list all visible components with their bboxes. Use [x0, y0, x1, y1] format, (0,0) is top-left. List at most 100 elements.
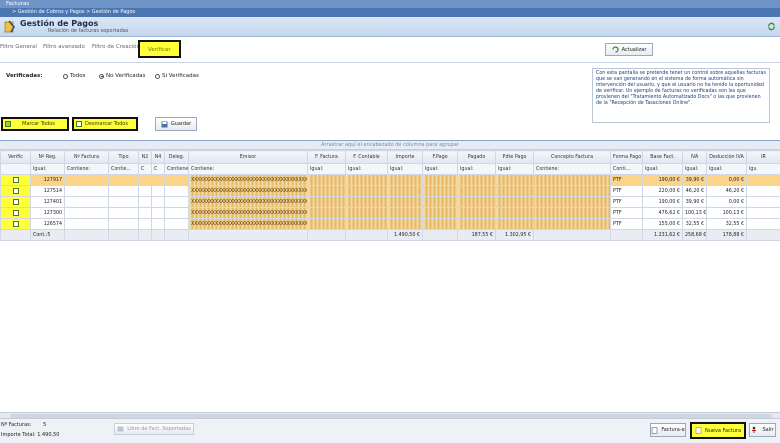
actualizar-button[interactable]: Actualizar: [605, 43, 653, 56]
verify-checkbox[interactable]: [13, 177, 19, 183]
cell-ir: [747, 208, 780, 219]
table-row[interactable]: 127300XXXXXXXXXXXXXXXXXXXXXXXXXXXXXXXXXX…: [1, 208, 780, 219]
table-row[interactable]: 127917XXXXXXXXXXXXXXXXXXXXXXXXXXXXXXXXXX…: [1, 175, 780, 186]
column-header[interactable]: Tipo: [109, 151, 139, 164]
cell-redacted: [308, 175, 346, 186]
invoice-grid: Arrastrar aquí el encabezado de columna …: [0, 140, 780, 412]
filter-cell[interactable]: Igual:: [31, 164, 65, 175]
refresh-icon[interactable]: [767, 22, 776, 31]
cell-forma-pago: PTF: [611, 175, 643, 186]
filter-cell[interactable]: Contiene:: [189, 164, 308, 175]
column-header[interactable]: N4: [152, 151, 165, 164]
table-row[interactable]: 127514XXXXXXXXXXXXXXXXXXXXXXXXXXXXXXXXXX…: [1, 186, 780, 197]
column-header[interactable]: Importe: [388, 151, 423, 164]
verific-cell[interactable]: [1, 175, 31, 186]
page-title: Gestión de Pagos: [20, 19, 98, 28]
column-header[interactable]: IVA: [683, 151, 707, 164]
filter-cell[interactable]: Igual:: [423, 164, 458, 175]
filter-cell[interactable]: Igual:: [458, 164, 496, 175]
verify-checkbox[interactable]: [13, 199, 19, 205]
column-header[interactable]: F.Pago: [423, 151, 458, 164]
total-empty: [139, 230, 152, 241]
nueva-factura-button[interactable]: Nueva Factura: [690, 422, 746, 439]
cell-redacted: [346, 197, 388, 208]
cell-redacted: [496, 208, 534, 219]
filter-cell[interactable]: Igual:: [346, 164, 388, 175]
column-header[interactable]: Base Fact.: [643, 151, 683, 164]
filter-cell[interactable]: Contie...: [109, 164, 139, 175]
verific-cell[interactable]: [1, 208, 31, 219]
cell-nreg: 127300: [31, 208, 65, 219]
facturas-count: Nº Facturas: 5: [1, 422, 46, 428]
tab-filtro-creacion[interactable]: Filtro de Creación: [92, 44, 140, 50]
verific-cell[interactable]: [1, 219, 31, 230]
cell-redacted: [458, 175, 496, 186]
tab-verificar[interactable]: Verificar: [138, 40, 181, 58]
filter-cell[interactable]: Igu: [747, 164, 780, 175]
filter-cell[interactable]: Igual:: [707, 164, 747, 175]
libro-button[interactable]: Libro de Fact. Soportadas: [114, 423, 194, 435]
filter-cell[interactable]: Igual:: [496, 164, 534, 175]
column-header[interactable]: F. Factura: [308, 151, 346, 164]
column-header[interactable]: Nº Factura: [65, 151, 109, 164]
verific-cell[interactable]: [1, 197, 31, 208]
cell-redacted: [388, 197, 423, 208]
refresh-icon: [612, 46, 619, 53]
column-header[interactable]: N2: [139, 151, 152, 164]
total-empty: [534, 230, 611, 241]
filter-cell[interactable]: Contiene:: [165, 164, 189, 175]
column-header[interactable]: Emisor: [189, 151, 308, 164]
desmarcar-todos-button[interactable]: Desmarcar Todos: [72, 117, 138, 131]
total-empty: [308, 230, 346, 241]
filter-cell[interactable]: Conti...: [611, 164, 643, 175]
column-header[interactable]: Nº Reg.: [31, 151, 65, 164]
new-icon: [695, 427, 702, 434]
verify-checkbox[interactable]: [13, 221, 19, 227]
cell-redacted: [423, 219, 458, 230]
filter-cell[interactable]: Igual:: [683, 164, 707, 175]
column-header[interactable]: Pagado: [458, 151, 496, 164]
verific-cell[interactable]: [1, 186, 31, 197]
filter-cell[interactable]: C: [139, 164, 152, 175]
guardar-button[interactable]: Guardar: [155, 117, 197, 131]
tab-filtro-avanzado[interactable]: Filtro avanzado: [43, 44, 85, 50]
column-header[interactable]: Verific: [1, 151, 31, 164]
filter-cell[interactable]: Contiene:: [65, 164, 109, 175]
cell-base: 476,62 €: [643, 208, 683, 219]
verify-checkbox[interactable]: [13, 210, 19, 216]
importe-total: Importe Total: 1.490,50: [1, 432, 59, 438]
cell-redacted: [423, 186, 458, 197]
filter-cell[interactable]: Contiene:: [534, 164, 611, 175]
column-header[interactable]: F. Contable: [346, 151, 388, 164]
radio-si-verificadas[interactable]: Si Verificadas: [155, 73, 199, 79]
filter-cell[interactable]: C: [152, 164, 165, 175]
column-header[interactable]: Pdte Pago: [496, 151, 534, 164]
factura-e-button[interactable]: Factura-e: [650, 423, 686, 437]
column-header[interactable]: Deleg.: [165, 151, 189, 164]
cell-redacted: [458, 197, 496, 208]
status-bar: Nº Facturas: 5 Importe Total: 1.490,50 L…: [0, 418, 780, 443]
column-header[interactable]: Forma Pago: [611, 151, 643, 164]
column-header[interactable]: IR: [747, 151, 780, 164]
cell-empty: [165, 208, 189, 219]
cell-redacted: [346, 175, 388, 186]
desmarcar-label: Desmarcar Todos: [85, 121, 128, 127]
filter-cell[interactable]: Igual:: [643, 164, 683, 175]
group-panel[interactable]: Arrastrar aquí el encabezado de columna …: [0, 141, 780, 150]
column-header[interactable]: Concepto Factura: [534, 151, 611, 164]
table-row[interactable]: 127401XXXXXXXXXXXXXXXXXXXXXXXXXXXXXXXXXX…: [1, 197, 780, 208]
marcar-todos-button[interactable]: Marcar Todos: [1, 117, 69, 131]
salir-button[interactable]: Salir: [749, 423, 776, 437]
cell-redacted: [308, 197, 346, 208]
filter-cell[interactable]: Igual:: [308, 164, 346, 175]
radio-todos[interactable]: Todos: [63, 73, 86, 79]
column-header[interactable]: Deducción IVA: [707, 151, 747, 164]
tab-filtro-general[interactable]: Filtro General: [0, 44, 37, 50]
filter-cell[interactable]: [1, 164, 31, 175]
radio-no-verificadas[interactable]: No Verificadas: [99, 73, 145, 79]
filter-cell[interactable]: Igual:: [388, 164, 423, 175]
radio-dot: [63, 74, 68, 79]
verify-checkbox[interactable]: [13, 188, 19, 194]
cell-ir: [747, 186, 780, 197]
table-row[interactable]: 126574XXXXXXXXXXXXXXXXXXXXXXXXXXXXXXXXXX…: [1, 219, 780, 230]
